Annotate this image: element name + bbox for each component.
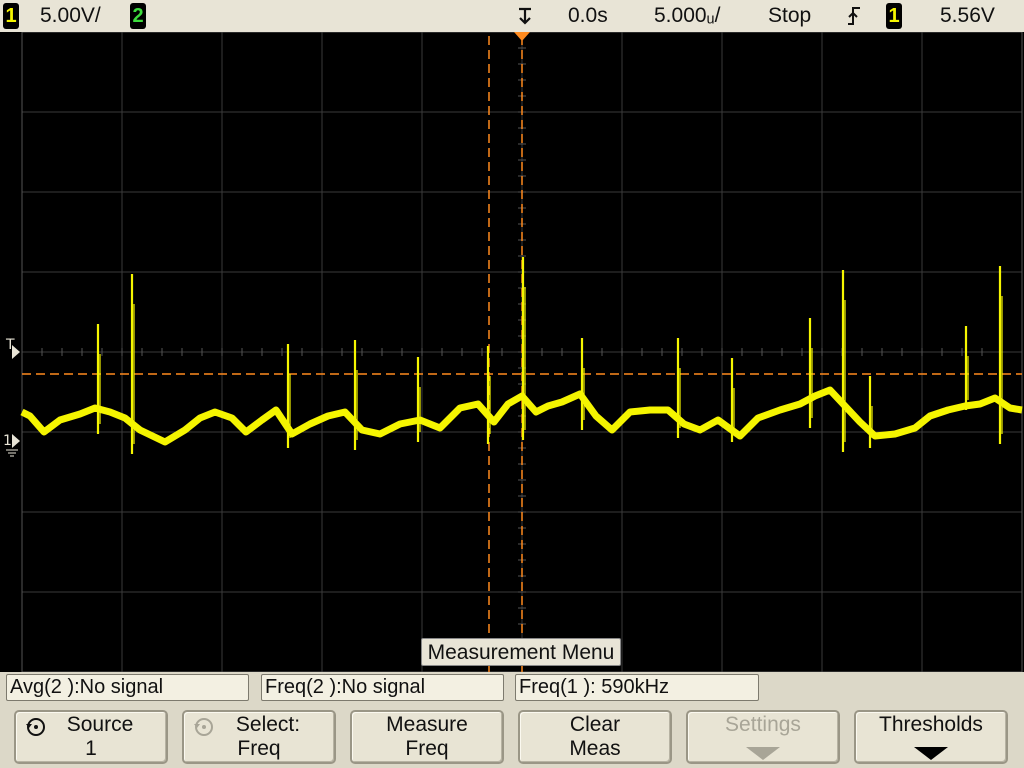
settings-softkey[interactable]: Settings xyxy=(686,710,840,764)
softkey-panel: Avg(2 ):No signal Freq(2 ):No signal Fre… xyxy=(0,672,1024,768)
trigger-position-marker-icon xyxy=(514,32,530,41)
measurement-freq-ch1: Freq(1 ): 590kHz xyxy=(515,674,759,701)
thresholds-softkey-label: Thresholds xyxy=(879,713,983,736)
ground-symbol-icon xyxy=(6,449,18,457)
thresholds-softkey[interactable]: Thresholds xyxy=(854,710,1008,764)
source-softkey-value: 1 xyxy=(85,737,97,760)
select-softkey[interactable]: Select: Freq xyxy=(182,710,336,764)
measurement-menu-title: Measurement Menu xyxy=(421,638,621,666)
clear-softkey-value: Meas xyxy=(569,737,621,760)
time-offset: 0.0s xyxy=(568,4,608,27)
select-softkey-value: Freq xyxy=(237,737,281,760)
trigger-level-marker-label: T xyxy=(6,337,15,353)
rising-edge-icon xyxy=(846,5,862,34)
trigger-position-icon xyxy=(516,6,534,33)
settings-softkey-label: Settings xyxy=(725,713,801,736)
graticule xyxy=(6,32,1023,672)
source-softkey[interactable]: Source 1 xyxy=(14,710,168,764)
rotate-knob-icon xyxy=(26,718,45,736)
channel-1-ground-label: 1 xyxy=(3,433,12,449)
measure-softkey-label: Measure xyxy=(386,713,468,736)
time-scale: 5.000ᵤ/ xyxy=(654,4,721,27)
clear-softkey-label: Clear xyxy=(569,713,621,736)
rotate-knob-icon xyxy=(194,718,213,736)
channel-1-scale: 5.00V/ xyxy=(40,4,101,27)
clear-meas-softkey[interactable]: Clear Meas xyxy=(518,710,672,764)
channel-1-indicator[interactable]: 1 xyxy=(3,3,19,29)
measure-softkey-value: Freq xyxy=(405,737,449,760)
measurement-freq-ch2: Freq(2 ):No signal xyxy=(261,674,504,701)
waveform-display: T 1 xyxy=(0,32,1024,672)
down-arrow-icon xyxy=(746,747,780,760)
trigger-source-indicator[interactable]: 1 xyxy=(886,3,902,29)
run-state: Stop xyxy=(768,4,812,27)
status-bar: 1 5.00V/ 2 0.0s 5.000ᵤ/ Stop 1 5.56V xyxy=(0,0,1024,32)
trigger-level: 5.56V xyxy=(940,4,995,27)
channel-2-indicator[interactable]: 2 xyxy=(130,3,146,29)
measure-freq-softkey[interactable]: Measure Freq xyxy=(350,710,504,764)
down-arrow-icon xyxy=(914,747,948,760)
measurement-avg-ch2: Avg(2 ):No signal xyxy=(6,674,249,701)
ground-marker-icon xyxy=(12,434,20,448)
